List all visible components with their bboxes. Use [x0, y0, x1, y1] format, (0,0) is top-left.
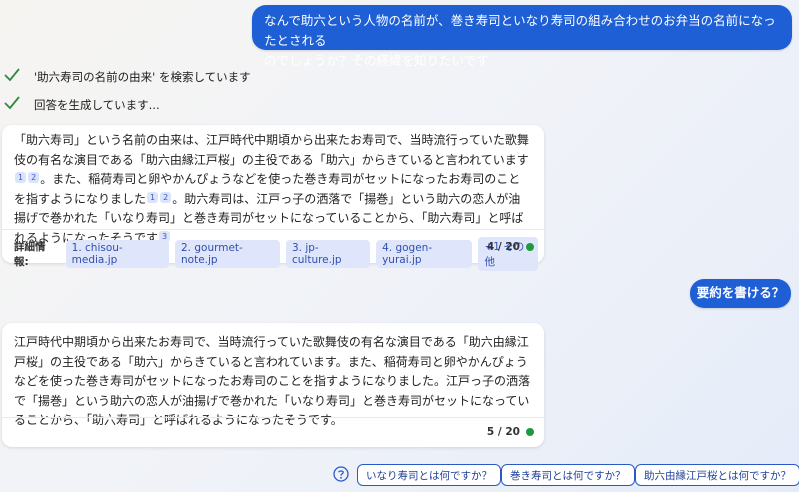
divider — [2, 229, 544, 230]
bot-response-2: 江戸時代中期頃から出来たお寿司で、当時流行っていた歌舞伎の有名な演目である「助六… — [2, 323, 544, 447]
user-message-2: 要約を書ける？ — [690, 279, 791, 308]
answer-text-part1: 「助六寿司」という名前の由来は、江戸時代中期頃から出来たお寿司で、当時流行ってい… — [14, 133, 529, 167]
source-link-1[interactable]: 1. chisou-media.jp — [65, 240, 169, 268]
response-counter-label: 5 / 20 — [486, 426, 520, 438]
citation-2[interactable]: 2 — [28, 172, 40, 183]
suggestion-button-3[interactable]: 助六由縁江戸桜とは何ですか？ — [635, 464, 799, 486]
divider — [2, 417, 544, 418]
status-dot-icon — [526, 428, 534, 436]
suggestion-button-1[interactable]: いなり寿司とは何ですか？ — [357, 464, 501, 486]
citation-2[interactable]: 2 — [160, 191, 172, 203]
source-link-2[interactable]: 2. gourmet-note.jp — [175, 240, 280, 268]
user-message-1-line2: のでしょうか？その経緯を知りたいです — [264, 53, 489, 68]
step-searching: '助六寿司の名前の由来' を検索しています — [4, 68, 251, 86]
check-icon — [4, 68, 22, 86]
citation-1[interactable]: 1 — [15, 172, 27, 183]
sources-row: 詳細情報: 1. chisou-media.jp 2. gourmet-note… — [14, 237, 544, 271]
user-message-1: なんで助六という人物の名前が、巻き寿司といなり寿司の組み合わせのお弁当の名前にな… — [252, 5, 792, 68]
response-counter: 5 / 20 — [487, 426, 534, 438]
source-link-3[interactable]: 3. jp-culture.jp — [285, 240, 371, 268]
status-dot-icon — [526, 243, 534, 251]
check-icon — [4, 96, 22, 114]
step-searching-label: '助六寿司の名前の由来' を検索しています — [34, 70, 251, 84]
response-counter-label: 4 / 20 — [486, 241, 520, 253]
response-counter: 4 / 20 — [487, 241, 534, 253]
source-link-4[interactable]: 4. gogen-yurai.jp — [376, 240, 473, 268]
bot-response-2-text: 江戸時代中期頃から出来たお寿司で、当時流行っていた歌舞伎の有名な演目である「助六… — [14, 335, 531, 427]
help-icon[interactable] — [333, 466, 349, 482]
step-generating-label: 回答を生成しています... — [34, 98, 160, 112]
user-message-1-line1: なんで助六という人物の名前が、巻き寿司といなり寿司の組み合わせのお弁当の名前にな… — [264, 13, 776, 48]
citation-1[interactable]: 1 — [147, 191, 159, 203]
bot-response-1: 「助六寿司」という名前の由来は、江戸時代中期頃から出来たお寿司で、当時流行ってい… — [2, 125, 544, 271]
step-generating: 回答を生成しています... — [4, 96, 160, 114]
suggestion-button-2[interactable]: 巻き寿司とは何ですか？ — [501, 464, 635, 486]
sources-label: 詳細情報: — [14, 241, 46, 268]
